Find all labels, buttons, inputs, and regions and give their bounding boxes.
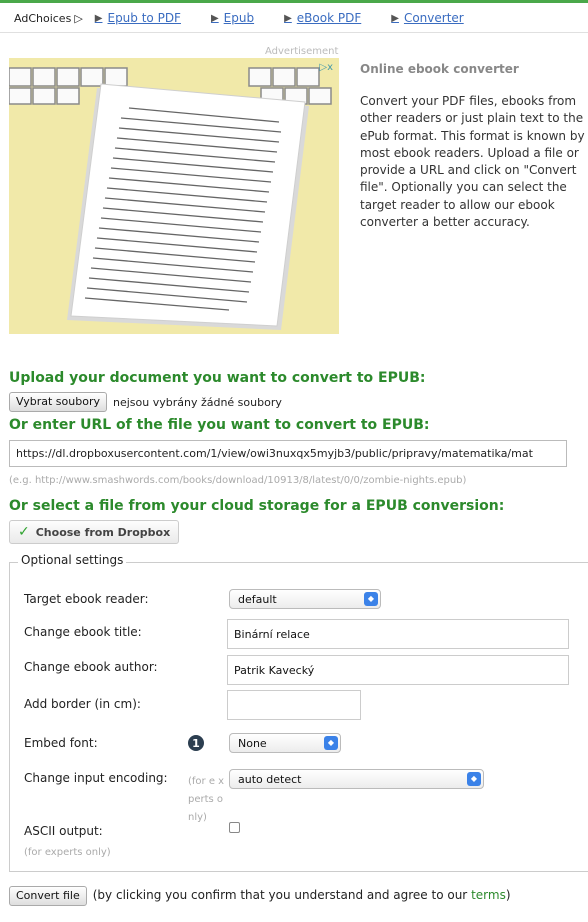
dropbox-button-label: Choose from Dropbox [35, 525, 171, 539]
adchoices-label: AdChoices [14, 11, 72, 25]
select-arrows-icon: ◆ [324, 736, 338, 750]
ad-close-icon[interactable]: ▷ⅹ [319, 62, 333, 73]
checkmark-icon: ✓ [18, 524, 30, 540]
ad-links-bar: AdChoices ▷ ▶ Epub to PDF ▶ Epub ▶ eBook PD… [14, 8, 574, 28]
border-label: Add border (in cm): [24, 697, 141, 711]
border-input[interactable] [227, 690, 361, 720]
terms-link[interactable]: terms [471, 888, 506, 902]
ascii-output-checkbox[interactable] [229, 822, 240, 833]
select-arrows-icon: ◆ [467, 772, 481, 786]
book-pages-illustration [9, 58, 339, 334]
target-reader-label: Target ebook reader: [24, 592, 149, 606]
choose-files-button[interactable]: Vybrat soubory [9, 392, 107, 412]
input-encoding-hint: (for e xperts only) [188, 776, 225, 823]
ad-link-ebook-pdf[interactable]: ▶ eBook PDF [284, 11, 361, 25]
embed-font-value: None [238, 736, 267, 750]
url-heading: Or enter URL of the file you want to con… [9, 417, 430, 433]
embed-font-label: Embed font: [24, 736, 98, 750]
submit-row: Convert file (by clicking you confirm tha… [9, 886, 584, 906]
play-icon: ▶ [284, 12, 292, 24]
ascii-output-hint: (for experts only) [24, 847, 111, 858]
play-icon: ▶ [391, 12, 399, 24]
ad-link-converter[interactable]: ▶ Converter [391, 11, 463, 25]
ebook-title-label: Change ebook title: [24, 625, 142, 639]
advertisement-label: Advertisement [265, 46, 339, 57]
file-status-text: nejsou vybrány žádné soubory [112, 395, 282, 409]
adchoices-icon: ▷ [74, 11, 83, 25]
divider [0, 32, 588, 33]
ebook-author-input[interactable]: Patrik Kavecký [227, 655, 569, 685]
info-icon[interactable]: 1 [188, 735, 204, 751]
advertisement-image[interactable]: ▷ⅹ [9, 58, 339, 334]
select-arrows-icon: ◆ [364, 592, 378, 606]
ascii-output-label: ASCII output: [24, 824, 103, 838]
play-icon: ▶ [94, 12, 103, 24]
input-encoding-value: auto detect [238, 772, 302, 786]
ad-link-epub[interactable]: ▶ Epub [211, 11, 254, 25]
optional-settings-legend: Optional settings [18, 553, 127, 567]
top-accent-line [0, 0, 588, 3]
ad-link-epub-to-pdf[interactable]: ▶ Epub to PDF [95, 11, 181, 25]
ebook-author-label: Change ebook author: [24, 660, 158, 674]
ebook-title-input[interactable]: Binární relace [227, 619, 569, 649]
convert-file-button[interactable]: Convert file [9, 886, 87, 906]
embed-font-select[interactable]: None ◆ [229, 733, 341, 753]
input-encoding-label: Change input encoding: [24, 771, 168, 785]
agreement-text-end: ) [505, 888, 511, 902]
choose-from-dropbox-button[interactable]: ✓ Choose from Dropbox [9, 520, 180, 544]
sidebar-description: Convert your PDF files, ebooks from othe… [360, 94, 585, 230]
target-reader-value: default [238, 592, 277, 606]
adchoices-badge[interactable]: AdChoices ▷ [14, 12, 83, 25]
url-input[interactable]: https://dl.dropboxusercontent.com/1/view… [9, 440, 567, 467]
url-example-hint: (e.g. http://www.smashwords.com/books/do… [9, 475, 467, 486]
target-reader-select[interactable]: default ◆ [229, 589, 381, 609]
file-upload-row: Vybrat soubory nejsou vybrány žádné soub… [9, 392, 282, 412]
cloud-heading: Or select a file from your cloud storage… [9, 498, 505, 514]
upload-heading: Upload your document you want to convert… [9, 370, 426, 386]
sidebar-title: Online ebook converter [360, 62, 519, 76]
agreement-text: (by clicking you confirm that you unders… [92, 888, 472, 902]
play-icon: ▶ [210, 12, 219, 24]
input-encoding-select[interactable]: auto detect ◆ [229, 769, 484, 789]
